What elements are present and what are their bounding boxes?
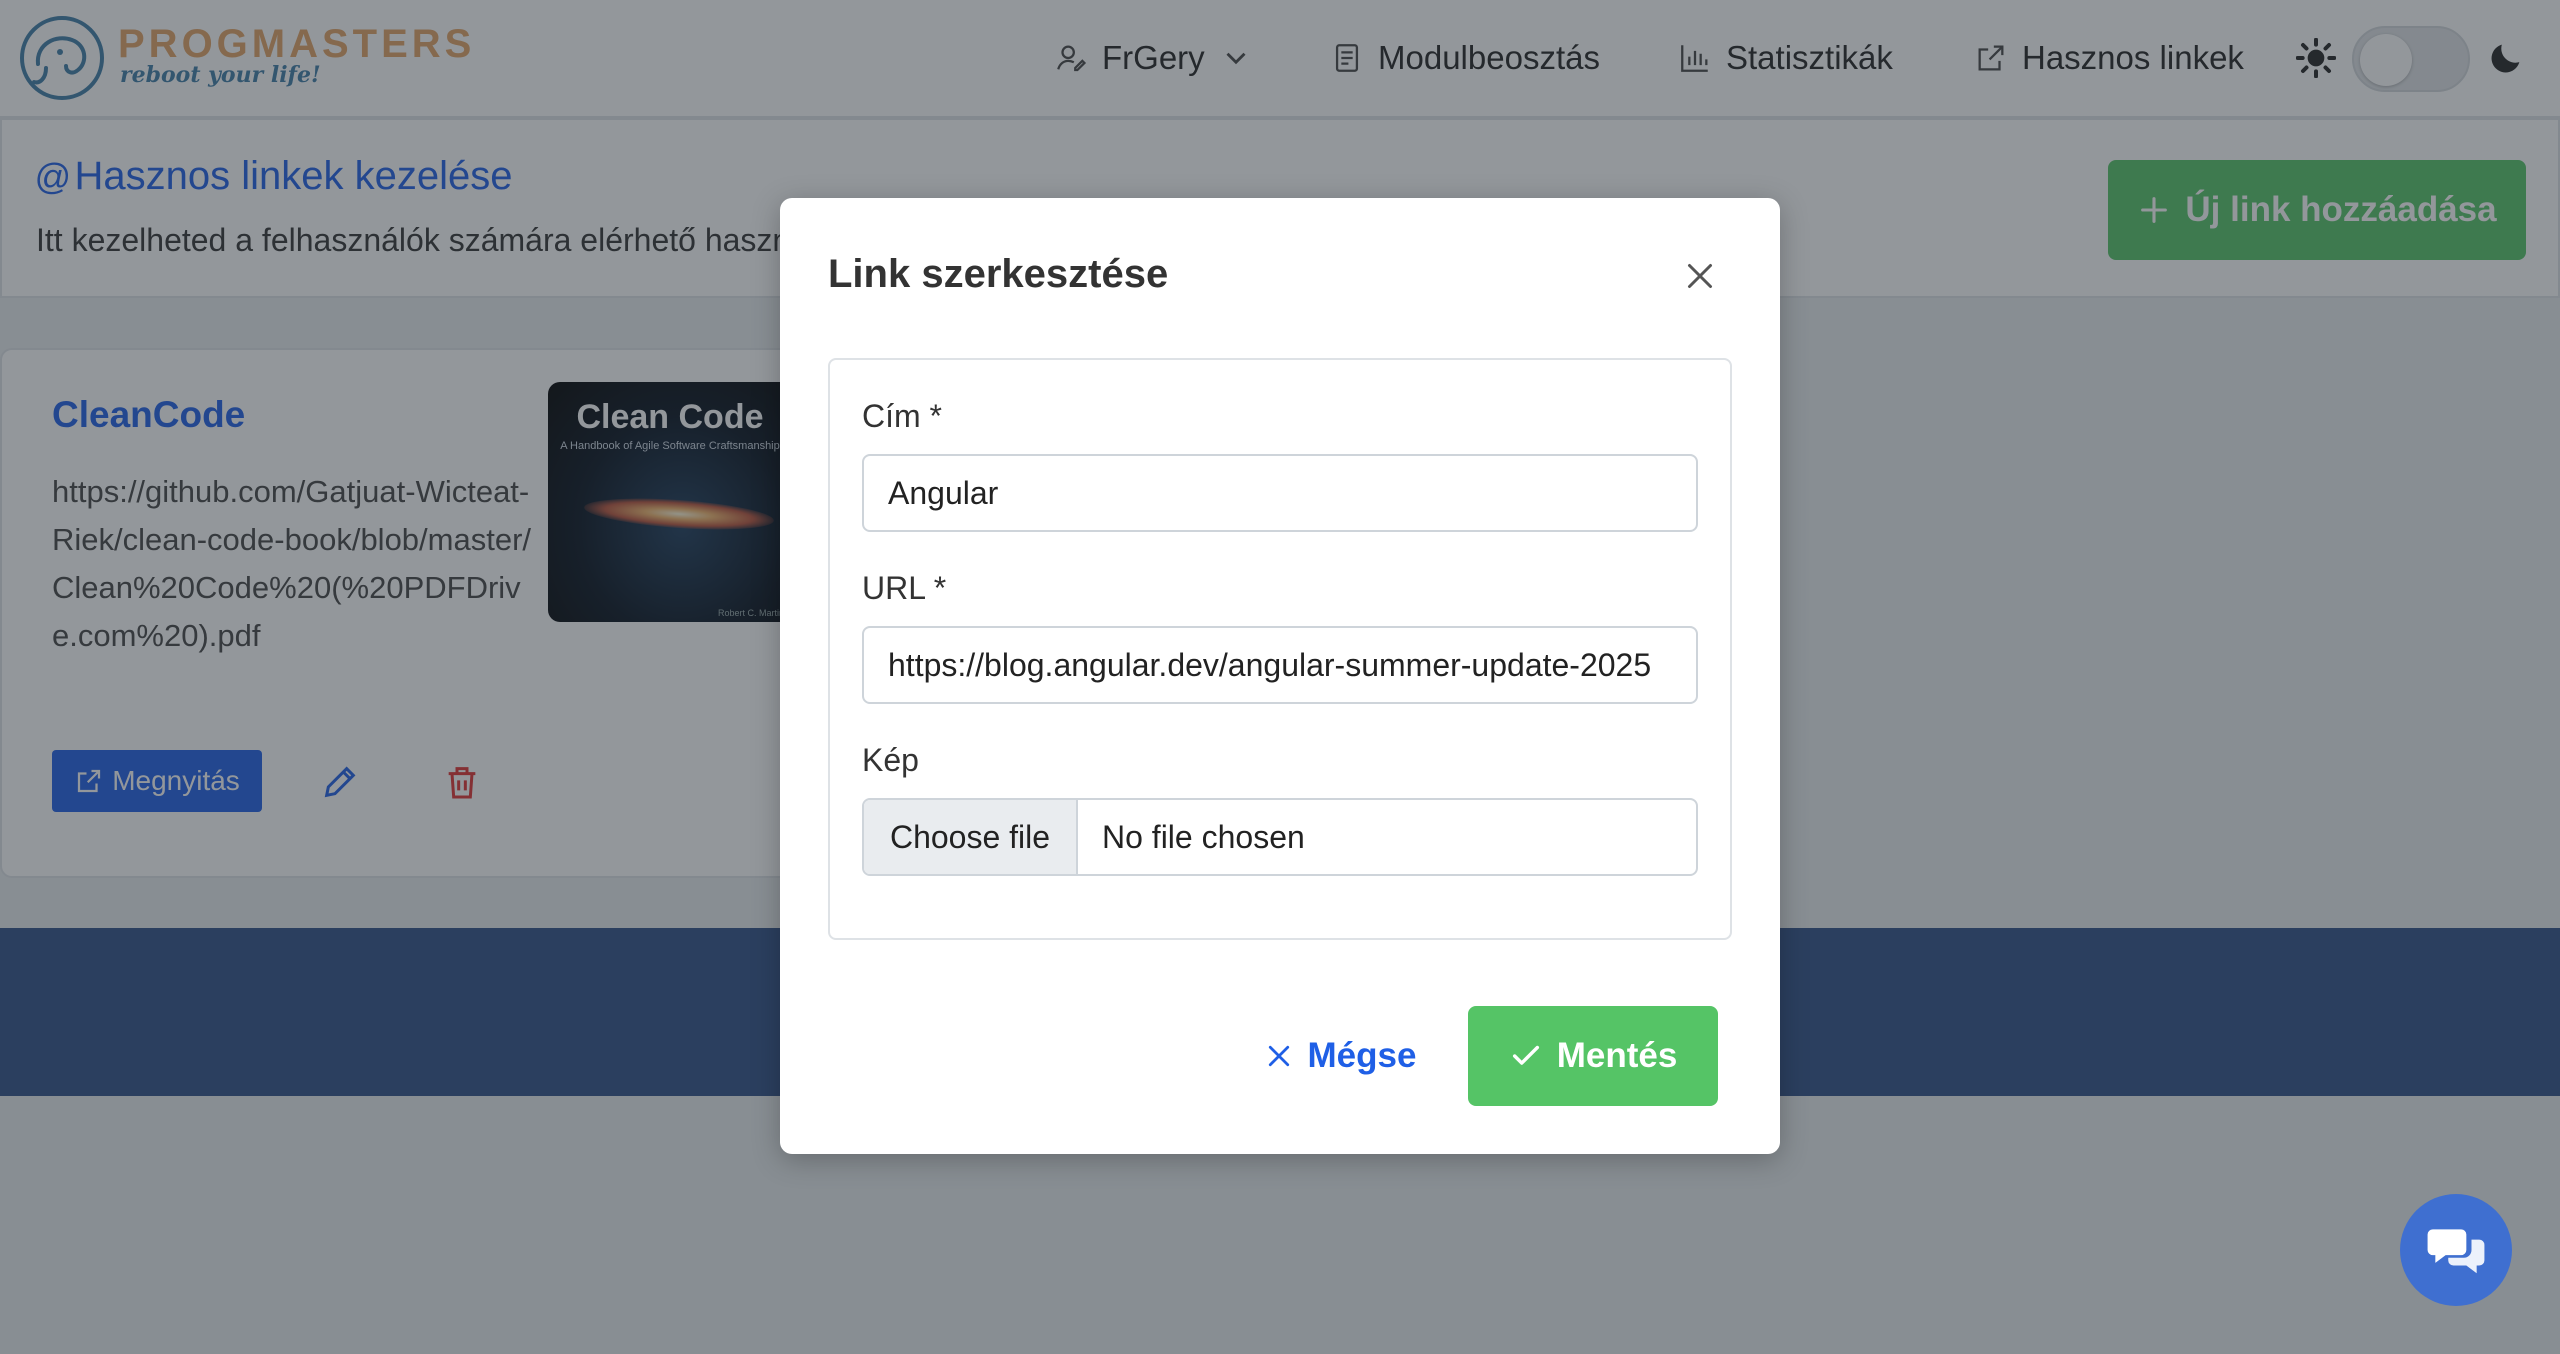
cancel-button[interactable]: Mégse (1230, 1006, 1450, 1106)
close-icon[interactable] (1682, 258, 1718, 294)
title-field-label: Cím * (862, 398, 942, 434)
image-file-input[interactable]: Choose file No file chosen (862, 798, 1698, 876)
chat-bubbles-icon (2427, 1229, 2485, 1274)
check-icon (1512, 1045, 1539, 1065)
save-button[interactable]: Mentés (1468, 1006, 1718, 1106)
modal-title: Link szerkesztése (828, 252, 1169, 296)
chat-button[interactable] (2400, 1194, 2512, 1306)
url-input[interactable]: https://blog.angular.dev/angular-summer-… (862, 626, 1698, 704)
choose-file-button[interactable]: Choose file (864, 800, 1078, 874)
edit-link-modal: Link szerkesztése Cím * Angular URL * ht… (780, 198, 1780, 1154)
url-field-label: URL * (862, 570, 947, 606)
image-field-label: Kép (862, 742, 919, 778)
link-form: Cím * Angular URL * https://blog.angular… (828, 358, 1732, 940)
close-icon (1268, 1045, 1289, 1067)
title-input[interactable]: Angular (862, 454, 1698, 532)
save-label: Mentés (1556, 1036, 1678, 1075)
file-status: No file chosen (1102, 818, 1305, 855)
cancel-label: Mégse (1307, 1036, 1417, 1075)
